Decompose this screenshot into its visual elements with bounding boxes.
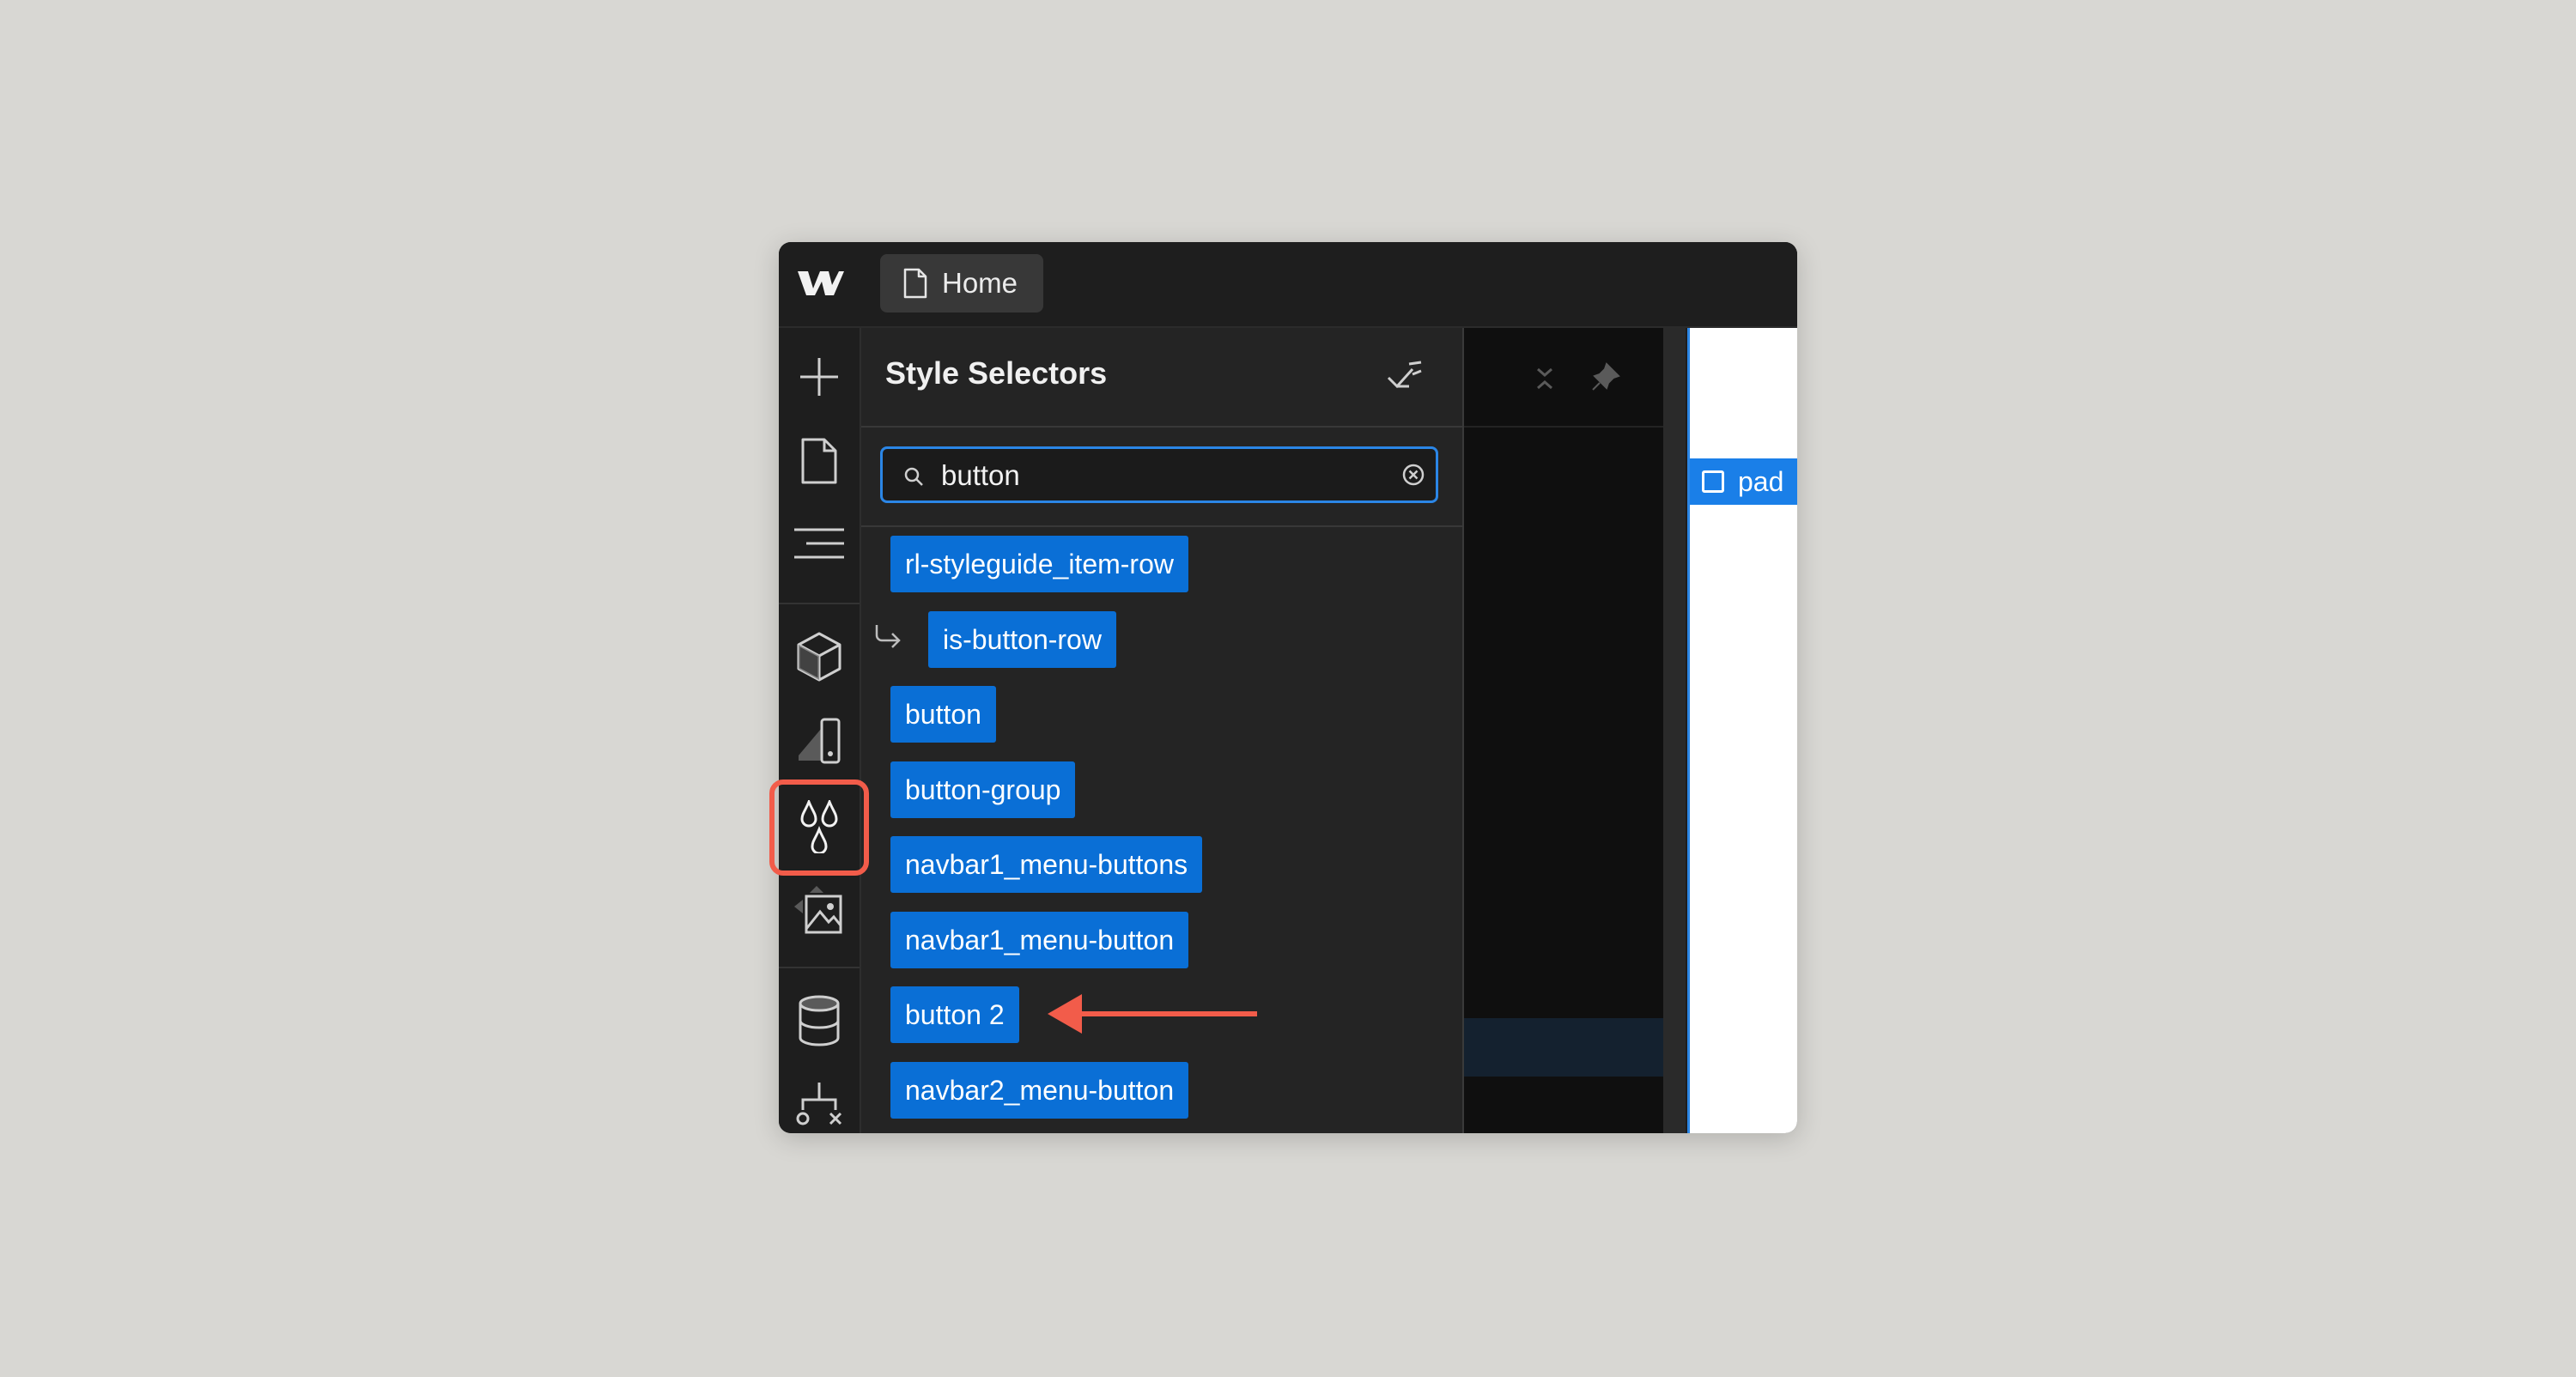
navigator-button[interactable] — [779, 505, 860, 582]
selector-chip[interactable]: button — [890, 686, 996, 743]
rail-divider — [779, 603, 860, 604]
navigator-header — [1464, 328, 1670, 428]
selector-list: rl-styleguide_item-row is-button-row butto… — [861, 527, 1462, 1133]
selector-chip[interactable]: button-group — [890, 761, 1076, 818]
pages-button[interactable] — [779, 422, 860, 500]
element-box-icon — [1702, 470, 1724, 493]
logic-button[interactable] — [779, 1066, 860, 1133]
logic-icon — [796, 1083, 842, 1125]
annotation-arrow-icon — [1048, 994, 1257, 1034]
cms-button[interactable] — [779, 982, 860, 1059]
navigator-selected-row[interactable] — [1464, 1018, 1670, 1077]
selected-element-name: pad — [1738, 466, 1784, 497]
page-tab-label: Home — [942, 267, 1018, 299]
page-icon — [903, 268, 927, 299]
selector-search-input[interactable] — [939, 456, 1389, 495]
pages-icon — [801, 438, 837, 484]
search-row — [861, 428, 1462, 527]
cms-icon — [799, 995, 840, 1046]
navigator-panel — [1464, 328, 1670, 1133]
panel-title: Style Selectors — [885, 355, 1108, 391]
add-elements-button[interactable] — [779, 338, 860, 416]
selector-chip[interactable]: rl-styleguide_item-row — [890, 536, 1188, 592]
selected-element-label[interactable]: pad — [1690, 458, 1797, 505]
selector-chip[interactable]: navbar1_menu-buttons — [890, 836, 1203, 893]
assets-button[interactable] — [779, 872, 860, 949]
design-canvas[interactable]: pad — [1687, 328, 1797, 1133]
selector-chip[interactable]: navbar1_menu-button — [890, 911, 1189, 968]
top-bar: Home — [779, 242, 1797, 328]
assets-icon — [794, 886, 842, 934]
components-button[interactable] — [779, 618, 860, 695]
collapse-all-icon[interactable] — [1534, 366, 1555, 391]
search-icon — [904, 467, 923, 486]
nested-arrow-icon — [875, 624, 901, 648]
selector-search-box[interactable] — [880, 446, 1438, 503]
left-toolbar — [779, 328, 861, 1133]
selector-chip[interactable]: navbar2_menu-button — [890, 1061, 1189, 1119]
components-icon — [797, 632, 841, 682]
selector-chip[interactable]: is-button-row — [928, 610, 1116, 668]
webflow-designer-window: Home Style Selectors button rl-styleguid… — [779, 242, 1797, 1133]
annotation-highlight-box — [769, 779, 869, 876]
clean-up-styles-icon[interactable] — [1387, 361, 1423, 391]
variables-button[interactable] — [779, 702, 860, 779]
panel-header: Style Selectors — [861, 328, 1462, 428]
navigator-icon — [794, 528, 844, 559]
webflow-logo-icon[interactable] — [796, 266, 844, 300]
panel-scrollbar[interactable] — [1663, 328, 1686, 1133]
variables-icon — [799, 718, 841, 764]
pin-icon[interactable] — [1591, 362, 1620, 391]
rail-divider — [779, 967, 860, 968]
clear-search-icon[interactable] — [1401, 463, 1425, 487]
add-icon — [800, 358, 838, 396]
selector-chip[interactable]: button 2 — [890, 986, 1019, 1043]
page-switcher-tab[interactable]: Home — [880, 254, 1043, 312]
